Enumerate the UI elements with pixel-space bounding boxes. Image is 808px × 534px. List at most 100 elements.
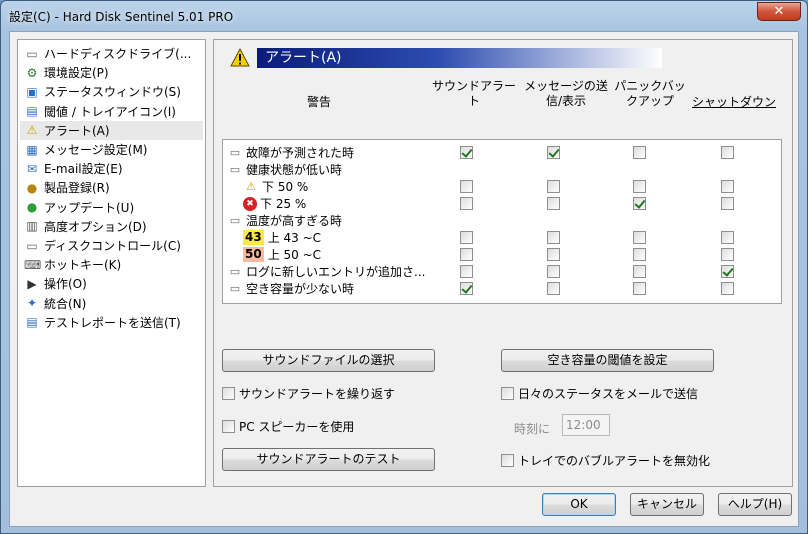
sidebar-item-label: ディスクコントロール(C) xyxy=(44,239,181,253)
settings-sidebar: ▭ ハードディスクドライブ(... ⚙ 環境設定(P) ▣ ステータスウィンドウ(S) ▤ 閾… xyxy=(17,39,206,487)
sound-alert-checkbox[interactable] xyxy=(460,265,473,278)
title-bar[interactable]: 設定(C) - Hard Disk Sentinel 5.01 PRO ✕ xyxy=(1,1,807,31)
window-icon: ▣ xyxy=(26,84,38,99)
sidebar-item[interactable]: ✦ 統合(N) xyxy=(20,294,203,313)
message-checkbox[interactable] xyxy=(547,231,560,244)
sidebar-item[interactable]: ▤ 閾値 / トレイアイコン(I) xyxy=(20,102,203,121)
report-icon: ▤ xyxy=(26,315,38,330)
sidebar-item[interactable]: ● 製品登録(R) xyxy=(20,178,203,197)
sidebar-item-label: ステータスウィンドウ(S) xyxy=(44,85,181,100)
panic-backup-checkbox[interactable] xyxy=(633,231,646,244)
shutdown-checkbox[interactable] xyxy=(721,282,734,295)
repeat-sound-option[interactable]: サウンドアラートを繰り返す xyxy=(222,385,395,402)
hdd-icon: ▭ xyxy=(26,46,38,61)
shutdown-checkbox[interactable] xyxy=(721,231,734,244)
window-title: 設定(C) - Hard Disk Sentinel 5.01 PRO xyxy=(9,10,234,24)
disk-icon: ▭ xyxy=(229,146,241,159)
sound-alert-checkbox[interactable] xyxy=(460,248,473,261)
alert-row-label: 43 上 43 ~C xyxy=(243,229,321,246)
daily-status-option[interactable]: 日々のステータスをメールで送信 xyxy=(501,385,698,402)
free-space-threshold-button[interactable]: 空き容量の閾値を設定 xyxy=(501,349,714,372)
message-checkbox[interactable] xyxy=(547,197,560,210)
disk-icon: ▭ xyxy=(229,265,241,278)
message-checkbox[interactable] xyxy=(547,248,560,261)
test-sound-alert-button[interactable]: サウンドアラートのテスト xyxy=(222,448,435,471)
sound-alert-checkbox[interactable] xyxy=(460,180,473,193)
alert-row-text: 故障が予測された時 xyxy=(246,146,355,160)
sidebar-item-label: ホットキー(K) xyxy=(44,258,122,273)
daily-status-checkbox[interactable] xyxy=(501,387,514,400)
shutdown-checkbox[interactable] xyxy=(721,197,734,210)
alert-row-label: ✖ 下 25 % xyxy=(243,195,306,212)
repeat-sound-checkbox[interactable] xyxy=(222,387,235,400)
advanced-icon: ▥ xyxy=(26,219,38,234)
tray-icon: ▤ xyxy=(26,104,38,119)
sidebar-item[interactable]: ▭ ディスクコントロール(C) xyxy=(20,236,203,255)
sidebar-item[interactable]: ▦ メッセージ設定(M) xyxy=(20,140,203,159)
message-checkbox[interactable] xyxy=(547,180,560,193)
sidebar-item[interactable]: ⚙ 環境設定(P) xyxy=(20,63,203,82)
disk-control-icon: ▭ xyxy=(26,238,38,253)
alert-row-text: 下 50 % xyxy=(262,180,309,194)
sidebar-item[interactable]: ⌨ ホットキー(K) xyxy=(20,255,203,274)
register-icon: ● xyxy=(26,180,38,195)
panic-backup-checkbox[interactable] xyxy=(633,146,646,159)
pc-speaker-option[interactable]: PC スピーカーを使用 xyxy=(222,418,354,435)
shutdown-checkbox[interactable] xyxy=(721,146,734,159)
panic-backup-checkbox[interactable] xyxy=(633,248,646,261)
sound-alert-checkbox[interactable] xyxy=(460,146,473,159)
pc-speaker-checkbox[interactable] xyxy=(222,420,235,433)
operation-icon: ▶ xyxy=(27,276,37,291)
pc-speaker-label: PC スピーカーを使用 xyxy=(239,420,355,434)
message-checkbox[interactable] xyxy=(547,282,560,295)
column-header-shutdown: シャットダウン xyxy=(691,95,776,109)
column-header-backup: パニックバッ クアップ xyxy=(614,79,686,108)
panic-backup-checkbox[interactable] xyxy=(633,197,646,210)
shutdown-checkbox[interactable] xyxy=(721,180,734,193)
panic-backup-checkbox[interactable] xyxy=(633,180,646,193)
time-input[interactable]: 12:00 xyxy=(562,414,610,436)
message-checkbox[interactable] xyxy=(547,265,560,278)
help-button[interactable]: ヘルプ(H) xyxy=(718,493,792,516)
sound-alert-checkbox[interactable] xyxy=(460,231,473,244)
alert-row-text: 下 25 % xyxy=(260,197,307,211)
alert-row-label: ▭ 健康状態が低い時 xyxy=(227,161,342,178)
email-icon: ✉ xyxy=(26,161,38,176)
shutdown-checkbox[interactable] xyxy=(721,248,734,261)
disk-icon: ▭ xyxy=(229,163,241,176)
sidebar-item-label: テストレポートを送信(T) xyxy=(44,315,181,330)
disable-bubble-checkbox[interactable] xyxy=(501,454,514,467)
settings-window: 設定(C) - Hard Disk Sentinel 5.01 PRO ✕ ▭ ハ… xyxy=(0,0,808,534)
close-button[interactable]: ✕ xyxy=(757,2,801,21)
panic-backup-checkbox[interactable] xyxy=(633,265,646,278)
sound-alert-checkbox[interactable] xyxy=(460,282,473,295)
alert-row-text: 温度が高すぎる時 xyxy=(246,214,343,228)
message-checkbox[interactable] xyxy=(547,146,560,159)
sidebar-item[interactable]: ▥ 高度オプション(D) xyxy=(20,217,203,236)
sidebar-item[interactable]: ▤ テストレポートを送信(T) xyxy=(20,313,203,332)
disable-bubble-label: トレイでのバブルアラートを無効化 xyxy=(518,454,711,468)
alert-panel: アラート(A) 警告 サウンドアラー ト メッセージの送 信/表示 パニックバッ… xyxy=(213,39,793,487)
sidebar-item-label: 環境設定(P) xyxy=(44,66,109,81)
sidebar-item[interactable]: ● アップデート(U) xyxy=(20,198,203,217)
sidebar-item-label: E-mail設定(E) xyxy=(44,162,123,177)
disable-bubble-option[interactable]: トレイでのバブルアラートを無効化 xyxy=(501,452,710,469)
sidebar-item[interactable]: ⚠ アラート(A) xyxy=(20,120,203,140)
dialog-client: ▭ ハードディスクドライブ(... ⚙ 環境設定(P) ▣ ステータスウィンドウ(S) ▤ 閾… xyxy=(9,31,799,527)
panel-header: アラート(A) xyxy=(224,48,684,68)
repeat-sound-label: サウンドアラートを繰り返す xyxy=(239,387,396,401)
shutdown-checkbox[interactable] xyxy=(721,265,734,278)
alert-row-text: 上 50 ~C xyxy=(267,248,322,262)
sidebar-item[interactable]: ▭ ハードディスクドライブ(... xyxy=(20,44,203,63)
sidebar-item[interactable]: ✉ E-mail設定(E) xyxy=(20,159,203,178)
alert-row-text: ログに新しいエントリが追加さ... xyxy=(246,265,426,279)
cancel-button[interactable]: キャンセル xyxy=(630,493,704,516)
sidebar-item[interactable]: ▣ ステータスウィンドウ(S) xyxy=(20,82,203,101)
panic-backup-checkbox[interactable] xyxy=(633,282,646,295)
alert-row-label: ▭ ログに新しいエントリが追加さ... xyxy=(227,263,426,280)
ok-button[interactable]: OK xyxy=(542,493,616,516)
select-sound-file-button[interactable]: サウンドファイルの選択 xyxy=(222,349,435,372)
sound-alert-checkbox[interactable] xyxy=(460,197,473,210)
sidebar-item[interactable]: ▶ 操作(O) xyxy=(20,274,203,293)
alert-row-label: ▭ 故障が予測された時 xyxy=(227,144,354,161)
